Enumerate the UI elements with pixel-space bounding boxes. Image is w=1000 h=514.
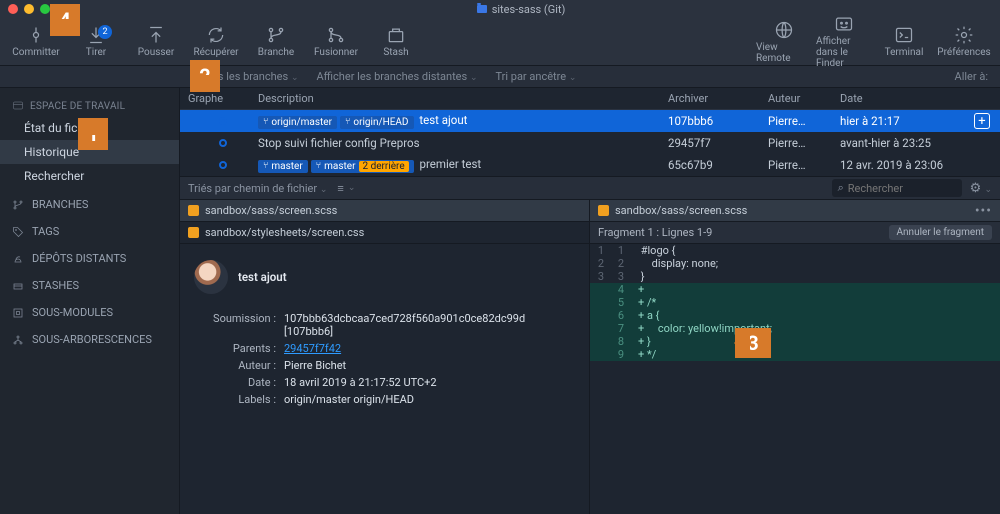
file-icon bbox=[188, 205, 199, 216]
add-button[interactable]: + bbox=[974, 113, 990, 129]
col-description[interactable]: Description bbox=[258, 92, 668, 105]
zoom-icon[interactable] bbox=[40, 4, 50, 14]
diff-file-path: sandbox/sass/screen.scss bbox=[615, 204, 747, 217]
code-line[interactable]: 11 #logo { bbox=[590, 244, 1000, 257]
col-date[interactable]: Date bbox=[840, 92, 1000, 105]
col-graph[interactable]: Graphe bbox=[188, 92, 258, 105]
code-line[interactable]: 5+ /* bbox=[590, 296, 1000, 309]
filter-sort[interactable]: Tri par ancêtre ⌄ bbox=[495, 70, 576, 83]
sidebar-section-remotes[interactable]: DÉPÔTS DISTANTS bbox=[0, 242, 179, 269]
commit-date: 18 avril 2019 à 21:17:52 UTC+2 bbox=[284, 376, 575, 389]
file-sort-bar: Triés par chemin de fichier ⌄ ≡ ⌄ ⌕ ⚙ ⌄ bbox=[180, 176, 1000, 200]
code-line[interactable]: 22 display: none; bbox=[590, 257, 1000, 270]
commit-row[interactable]: ⑂origin/master⑂origin/HEAD test ajout107… bbox=[180, 110, 1000, 132]
code-line[interactable]: 6+ a { bbox=[590, 309, 1000, 322]
file-actions-button[interactable]: ••• bbox=[975, 203, 992, 219]
code-line[interactable]: 7+ color: yellow!important; bbox=[590, 322, 1000, 335]
commit-details: test ajout Soumission : 107bbb63dcbcaa7c… bbox=[180, 244, 589, 422]
parent-link[interactable]: 29457f7f42 bbox=[284, 342, 341, 355]
hunk-header: Fragment 1 : Lignes 1-9 Annuler le fragm… bbox=[590, 222, 1000, 244]
toolbar-view-remote-button[interactable]: View Remote bbox=[756, 14, 812, 69]
toolbar-finder-button[interactable]: Afficher dans le Finder bbox=[816, 14, 872, 69]
sidebar-item-history[interactable]: Historique bbox=[0, 140, 179, 164]
commit-labels: origin/master origin/HEAD bbox=[284, 393, 575, 406]
code-line[interactable]: 9+ */ bbox=[590, 348, 1000, 361]
sidebar-item-file-status[interactable]: État du fichier bbox=[0, 116, 179, 140]
revert-hunk-button[interactable]: Annuler le fragment bbox=[889, 225, 993, 240]
code-line[interactable]: 8+ } bbox=[590, 335, 1000, 348]
commit-hash: 107bbb63dcbcaa7ced728f560a901c0ce82dc99d… bbox=[284, 312, 575, 338]
code-line[interactable]: 4+ bbox=[590, 283, 1000, 296]
sidebar-section-branches[interactable]: BRANCHES bbox=[0, 188, 179, 215]
file-icon bbox=[188, 227, 199, 238]
commit-author: Pierre Bichet bbox=[284, 359, 575, 372]
filter-remote-branches[interactable]: Afficher les branches distantes ⌄ bbox=[316, 70, 477, 83]
hunk-title: Fragment 1 : Lignes 1-9 bbox=[598, 226, 712, 239]
diff-file-tab[interactable]: sandbox/sass/screen.scss ••• bbox=[590, 200, 1000, 222]
commit-row[interactable]: Stop suivi fichier config Prepros29457f7… bbox=[180, 132, 1000, 154]
file-icon bbox=[598, 205, 609, 216]
sidebar-section-subtrees[interactable]: SOUS-ARBORESCENCES bbox=[0, 323, 179, 350]
commit-row[interactable]: ⑂master⑂master 2 derrière premier test65… bbox=[180, 154, 1000, 176]
view-mode-toggle[interactable]: ≡ bbox=[337, 182, 343, 195]
toolbar-branch-button[interactable]: Branche bbox=[248, 25, 304, 58]
search-icon: ⌕ bbox=[838, 181, 844, 195]
close-icon[interactable] bbox=[8, 4, 18, 14]
toolbar-fetch-button[interactable]: Récupérer bbox=[188, 25, 244, 58]
toolbar-push-button[interactable]: Pousser bbox=[128, 25, 184, 58]
changed-file-tab[interactable]: sandbox/stylesheets/screen.css bbox=[180, 222, 589, 244]
toolbar: CommitterTirer2PousserRécupérerBrancheFu… bbox=[0, 18, 1000, 66]
diff-settings-button[interactable]: ⚙ ⌄ bbox=[970, 181, 992, 196]
sidebar-section-tags[interactable]: TAGS bbox=[0, 215, 179, 242]
sidebar-item-search[interactable]: Rechercher bbox=[0, 164, 179, 188]
col-author[interactable]: Auteur bbox=[768, 92, 840, 105]
avatar bbox=[194, 260, 228, 294]
code-line[interactable]: 33 } bbox=[590, 270, 1000, 283]
window-title: sites-sass (Git) bbox=[492, 3, 566, 16]
sidebar: ESPACE DE TRAVAIL État du fichierHistori… bbox=[0, 88, 180, 514]
toolbar-commit-button[interactable]: Committer bbox=[8, 25, 64, 58]
file-search[interactable]: ⌕ bbox=[832, 179, 962, 197]
sort-by-path[interactable]: Triés par chemin de fichier ⌄ bbox=[188, 182, 327, 195]
goto-label[interactable]: Aller à: bbox=[955, 70, 1000, 83]
minimize-icon[interactable] bbox=[24, 4, 34, 14]
history-header: Graphe Description Archiver Auteur Date bbox=[180, 88, 1000, 110]
sidebar-workspace-header: ESPACE DE TRAVAIL bbox=[0, 92, 179, 116]
changed-file-tab[interactable]: sandbox/sass/screen.scss bbox=[180, 200, 589, 222]
window-controls[interactable] bbox=[8, 4, 50, 14]
filter-all-branches[interactable]: Toutes les branches ⌄ bbox=[190, 70, 298, 83]
folder-icon bbox=[477, 5, 487, 13]
history-filter-bar: Toutes les branches ⌄ Afficher les branc… bbox=[0, 66, 1000, 88]
sidebar-section-stashes[interactable]: STASHES bbox=[0, 269, 179, 296]
commit-message: test ajout bbox=[238, 270, 287, 284]
diff-code[interactable]: 11 #logo {22 display: none;33 }4+5+ /*6+… bbox=[590, 244, 1000, 361]
toolbar-stash-button[interactable]: Stash bbox=[368, 25, 424, 58]
sidebar-section-submodules[interactable]: SOUS-MODULES bbox=[0, 296, 179, 323]
file-search-input[interactable] bbox=[848, 182, 956, 195]
toolbar-merge-button[interactable]: Fusionner bbox=[308, 25, 364, 58]
toolbar-terminal-button[interactable]: Terminal bbox=[876, 14, 932, 69]
col-archive[interactable]: Archiver bbox=[668, 92, 768, 105]
toolbar-pull-button[interactable]: Tirer2 bbox=[68, 25, 124, 58]
toolbar-prefs-button[interactable]: Préférences bbox=[936, 14, 992, 69]
